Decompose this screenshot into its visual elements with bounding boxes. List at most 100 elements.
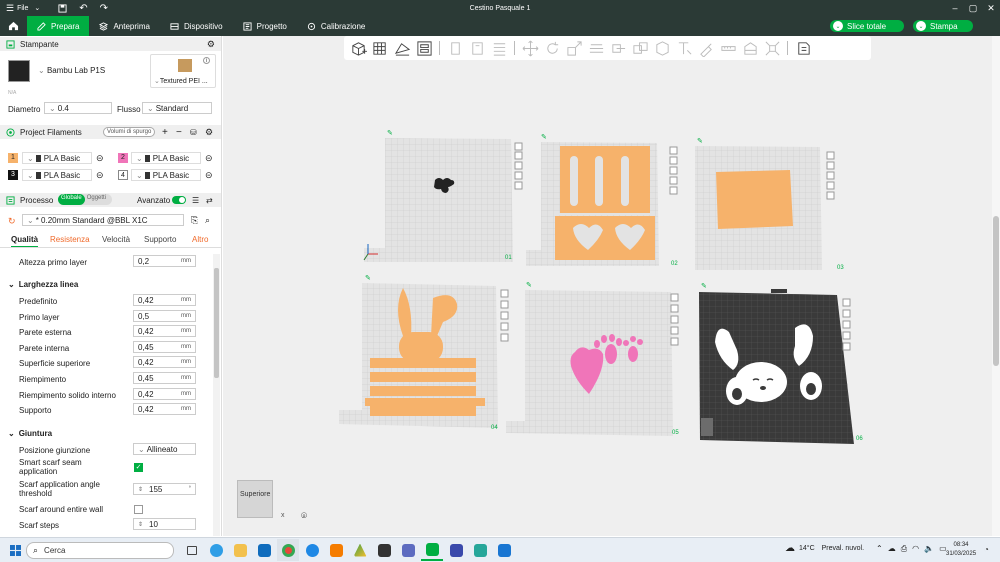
filament-1-remove-icon[interactable]: ⊝ (96, 153, 104, 164)
filament-3-remove-icon[interactable]: ⊝ (96, 170, 104, 181)
plate-05-tools[interactable] (670, 293, 679, 346)
plate-06[interactable]: 06 ✎ (699, 283, 863, 444)
file-explorer-icon[interactable] (229, 539, 251, 561)
plate-05[interactable]: 05 ✎ (506, 282, 679, 436)
line-width-first-layer-input[interactable]: 0,5 mm (133, 310, 196, 322)
tab-progetto[interactable]: Progetto (233, 16, 297, 36)
save-icon[interactable] (52, 0, 73, 16)
chrome-icon[interactable] (277, 539, 299, 561)
diameter-select[interactable]: ⌄ 0.4 (44, 102, 112, 114)
plates-scene[interactable]: 01 ✎ 02 ✎ 03 ✎ 04 ✎ 05 ✎ 06 ✎ (223, 36, 992, 536)
plate-02-edit-icon[interactable]: ✎ (541, 134, 547, 141)
file-menu[interactable]: ☰ File ⌄ (0, 0, 46, 16)
tab-supporto[interactable]: Supporto (144, 235, 176, 244)
clock[interactable]: 08:34 31/03/2025 (946, 541, 976, 559)
info-icon[interactable]: i (203, 57, 210, 64)
plate-03[interactable]: 03 ✎ (695, 138, 844, 271)
filament-4-remove-icon[interactable]: ⊝ (205, 170, 213, 181)
bambu-studio-icon[interactable] (421, 539, 443, 561)
smart-scarf-checkbox[interactable]: ✓ (134, 463, 143, 472)
gear-icon[interactable]: ⚙ (207, 39, 215, 50)
filament-2-remove-icon[interactable]: ⊝ (205, 153, 213, 164)
plate-06-tools[interactable] (842, 298, 851, 351)
tab-resistenza[interactable]: Resistenza (50, 235, 90, 244)
add-filament-button[interactable]: + (162, 127, 168, 138)
printer-tray-icon[interactable]: ⎙ (901, 544, 907, 554)
3d-viewport[interactable]: 01 ✎ 02 ✎ 03 ✎ 04 ✎ 05 ✎ 06 ✎ Superiore … (223, 36, 992, 536)
scarf-angle-input[interactable]: ⇕ 155 ° (133, 483, 196, 495)
plate-05-edit-icon[interactable]: ✎ (526, 282, 532, 289)
sidebar-scrollbar[interactable] (213, 254, 220, 536)
line-width-inner-wall-input[interactable]: 0,45 mm (133, 341, 196, 353)
filament-2-select[interactable]: ⌄ PLA Basic (131, 152, 201, 164)
maximize-button[interactable]: ▢ (964, 0, 982, 16)
chevron-up-icon[interactable]: ⌃ (876, 544, 883, 554)
taskbar-search-input[interactable]: ⌕ Cerca (26, 542, 174, 559)
plate-06-edit-icon[interactable]: ✎ (701, 283, 707, 290)
compare-icon[interactable]: ⇄ (206, 196, 213, 205)
app-icon-blue-c[interactable] (301, 539, 323, 561)
plate-03-part-base[interactable] (716, 170, 793, 229)
scarf-entire-wall-checkbox[interactable] (134, 505, 143, 514)
plate-01-tools[interactable] (514, 142, 523, 190)
app-icon-triangle[interactable] (349, 539, 371, 561)
toggle-objects[interactable]: Oggetti (85, 194, 108, 205)
line-width-support-input[interactable]: 0,42 mm (133, 403, 196, 415)
minimize-button[interactable]: – (946, 0, 964, 16)
redo-icon[interactable]: ↷ (94, 0, 114, 16)
seam-group[interactable]: ⌄ Giuntura (8, 429, 52, 438)
gear-icon[interactable]: ⚙ (205, 127, 213, 138)
plate-01-edit-icon[interactable]: ✎ (387, 130, 393, 137)
plate-03-tools[interactable] (826, 151, 835, 200)
tab-calibrazione[interactable]: Calibrazione (297, 16, 375, 36)
slice-all-button[interactable]: ⌄ Slice totale (830, 20, 904, 32)
list-icon[interactable]: ☰ (192, 196, 199, 205)
tab-altro[interactable]: Altro (192, 235, 208, 244)
stepper-icon[interactable]: ⇕ (138, 486, 143, 493)
view-cube[interactable]: Superiore (237, 480, 273, 518)
filament-1-swatch[interactable]: 1 (8, 153, 18, 163)
weather-widget[interactable]: ☁ 14°C Preval. nuvol. (785, 543, 864, 554)
search-icon[interactable]: ⌕ (205, 215, 210, 226)
line-width-default-input[interactable]: 0,42 mm (133, 294, 196, 306)
edge-icon[interactable] (205, 539, 227, 561)
printer-selector[interactable]: ⌄ Bambu Lab P1S (38, 66, 105, 75)
plate-04-tools[interactable] (500, 289, 509, 342)
tab-prepara[interactable]: Prepara (27, 16, 90, 36)
filament-3-select[interactable]: ⌄ PLA Basic (22, 169, 92, 181)
global-objects-toggle[interactable]: Globale Oggetti (58, 194, 112, 205)
line-width-internal-solid-infill-input[interactable]: 0,42 mm (133, 388, 196, 400)
viewport-scrollbar[interactable] (992, 36, 1000, 536)
viewport-scroll-thumb[interactable] (993, 216, 999, 366)
toggle-global[interactable]: Globale (58, 194, 85, 205)
app-icon-blue[interactable] (493, 539, 515, 561)
close-button[interactable]: ✕ (982, 0, 1000, 16)
outlook-icon[interactable] (253, 539, 275, 561)
plate-type-selector[interactable]: ⌄Textured PEI ... i (150, 54, 216, 88)
notification-icon[interactable]: ◔ (984, 545, 989, 554)
home-button[interactable] (0, 16, 27, 36)
plate-04[interactable]: 04 ✎ (339, 275, 509, 431)
line-width-outer-wall-input[interactable]: 0,42 mm (133, 325, 196, 337)
advanced-toggle[interactable] (172, 196, 186, 204)
first-layer-height-input[interactable]: 0,2 mm (133, 255, 196, 267)
seam-position-select[interactable]: ⌄ Allineato (133, 443, 196, 455)
sync-icon[interactable]: ⛁ (190, 128, 197, 137)
reset-icon[interactable]: ↻ (8, 216, 16, 227)
plate-02-tools[interactable] (669, 146, 678, 195)
tab-anteprima[interactable]: Anteprima (89, 16, 159, 36)
zoom-to-fit-icon[interactable]: ⌾ (297, 511, 311, 525)
calculator-icon[interactable] (397, 539, 419, 561)
wifi-icon[interactable]: ◠ (912, 544, 919, 554)
stepper-icon[interactable]: ⇕ (138, 521, 143, 528)
plate-02-part-basket-side[interactable] (555, 146, 655, 260)
line-width-infill-input[interactable]: 0,45 mm (133, 372, 196, 384)
remove-filament-button[interactable]: − (176, 127, 182, 138)
process-preset-select[interactable]: ⌄ * 0.20mm Standard @BBL X1C (22, 214, 184, 226)
filament-4-swatch[interactable]: 4 (118, 170, 128, 180)
cloud-sync-icon[interactable]: ☁ (888, 544, 896, 554)
flow-select[interactable]: ⌄ Standard (142, 102, 212, 114)
plate-02[interactable]: 02 ✎ (526, 134, 678, 267)
app-icon-shield[interactable] (445, 539, 467, 561)
tab-velocita[interactable]: Velocità (102, 235, 130, 244)
